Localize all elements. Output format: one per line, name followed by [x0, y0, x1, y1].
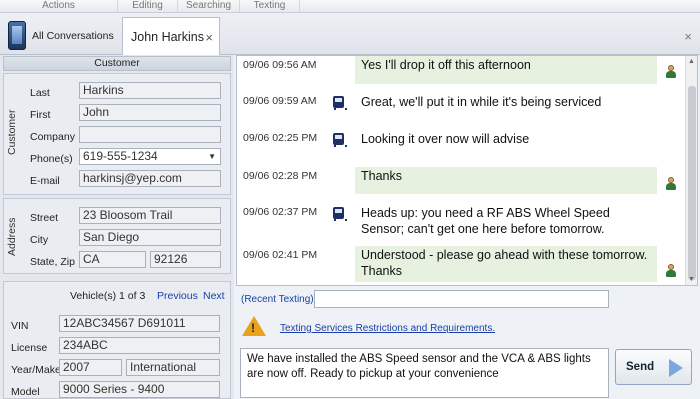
- scroll-down-icon[interactable]: ▼: [688, 276, 695, 283]
- close-tab-icon[interactable]: ×: [205, 30, 213, 45]
- message-time: 09/06 02:41 PM: [243, 249, 318, 261]
- year-field[interactable]: 2007: [59, 359, 122, 376]
- texting-restrictions-link[interactable]: Texting Services Restrictions and Requir…: [280, 323, 495, 334]
- ribbon-group-actions: Actions: [0, 0, 118, 13]
- customer-vertical-label: Customer: [6, 109, 18, 155]
- ribbon-group-searching: Searching: [178, 0, 240, 13]
- customer-person-icon: [665, 264, 677, 277]
- conversation-pane: 09/06 09:56 AM Yes I'll drop it off this…: [236, 55, 698, 286]
- send-arrow-icon: [669, 359, 683, 377]
- vin-label: VIN: [11, 320, 29, 332]
- street-label: Street: [30, 212, 59, 224]
- make-field[interactable]: International: [126, 359, 220, 376]
- tab-all-conversations[interactable]: All Conversations: [2, 17, 121, 54]
- message-time: 09/06 02:28 PM: [243, 170, 318, 182]
- city-label: City: [30, 234, 49, 246]
- first-name-field[interactable]: John: [79, 104, 221, 121]
- recent-texting-label[interactable]: (Recent Texting): [241, 294, 314, 305]
- last-label: Last: [30, 87, 50, 99]
- send-button-label: Send: [626, 361, 655, 373]
- message-time: 09/06 09:59 AM: [243, 95, 317, 107]
- email-field[interactable]: harkinsj@yep.com: [79, 170, 221, 187]
- vehicle-header: Vehicle(s) 1 of 3 Previous Next: [3, 282, 231, 308]
- tab-strip: All Conversations John Harkins × ×: [0, 13, 700, 55]
- conversation-scrollbar[interactable]: ▲ ▼: [685, 56, 697, 285]
- customer-panel: Customer Customer Last Harkins First Joh…: [0, 55, 234, 399]
- model-label: Model: [11, 386, 40, 398]
- address-vertical-label: Address: [6, 217, 18, 257]
- message-time: 09/06 02:25 PM: [243, 132, 318, 144]
- first-label: First: [30, 109, 51, 121]
- state-zip-label: State, Zip: [30, 256, 75, 268]
- address-group: Address Street 23 Bloosom Trail City San…: [3, 198, 231, 274]
- license-label: License: [11, 342, 48, 354]
- email-label: E-mail: [30, 175, 60, 187]
- vehicle-previous-link[interactable]: Previous: [157, 290, 198, 302]
- phone-label: Phone(s): [30, 153, 73, 165]
- phone-icon: [8, 21, 26, 50]
- chevron-down-icon[interactable]: ▼: [208, 149, 216, 164]
- phone-select[interactable]: 619-555-1234 ▼: [79, 148, 221, 165]
- shop-bus-icon: [333, 207, 347, 221]
- vin-field[interactable]: 12ABC34567 D691011: [59, 315, 220, 332]
- tab-all-conversations-label: All Conversations: [32, 29, 114, 42]
- model-field[interactable]: 9000 Series - 9400: [59, 381, 220, 398]
- tab-john-harkins[interactable]: John Harkins ×: [122, 17, 220, 55]
- company-label: Company: [30, 131, 75, 143]
- ribbon-group-texting: Texting: [240, 0, 300, 13]
- compose-area: (Recent Texting) Texting Services Restri…: [236, 287, 698, 399]
- license-field[interactable]: 234ABC: [59, 337, 220, 354]
- vehicle-next-link[interactable]: Next: [203, 290, 225, 302]
- message-text: Heads up: you need a RF ABS Wheel Speed …: [361, 206, 610, 236]
- message-time: 09/06 02:37 PM: [243, 206, 318, 218]
- ribbon-group-labels: Actions Editing Searching Texting: [0, 0, 700, 13]
- message-compose-textarea[interactable]: We have installed the ABS Speed sensor a…: [240, 348, 609, 398]
- phone-value: 619-555-1234: [83, 149, 158, 163]
- shop-bus-icon: [333, 96, 347, 110]
- state-field[interactable]: CA: [79, 251, 146, 268]
- customer-person-icon: [665, 177, 677, 190]
- recent-texting-input[interactable]: [314, 290, 609, 308]
- customer-section-title: Customer: [3, 56, 231, 71]
- street-field[interactable]: 23 Bloosom Trail: [79, 207, 221, 224]
- message-text: Thanks: [355, 167, 657, 194]
- close-document-icon[interactable]: ×: [684, 29, 692, 44]
- year-make-label: Year/Make: [11, 364, 61, 376]
- customer-person-icon: [665, 65, 677, 78]
- vehicle-count: Vehicle(s) 1 of 3: [70, 290, 146, 302]
- warning-icon: [242, 316, 266, 336]
- scrollbar-thumb[interactable]: [688, 86, 696, 280]
- shop-bus-icon: [333, 133, 347, 147]
- message-text: Looking it over now will advise: [361, 132, 530, 146]
- message-text: Great, we'll put it in while it's being …: [361, 95, 602, 109]
- tab-active-label: John Harkins: [131, 29, 204, 44]
- message-text: Yes I'll drop it off this afternoon: [355, 56, 657, 84]
- company-field[interactable]: [79, 126, 221, 143]
- customer-group: Customer Last Harkins First John Company…: [3, 73, 231, 195]
- message-text: Understood - please go ahead with these …: [355, 246, 657, 282]
- city-field[interactable]: San Diego: [79, 229, 221, 246]
- last-name-field[interactable]: Harkins: [79, 82, 221, 99]
- ribbon-group-editing: Editing: [118, 0, 178, 13]
- scroll-up-icon[interactable]: ▲: [688, 58, 695, 65]
- zip-field[interactable]: 92126: [150, 251, 221, 268]
- message-time: 09/06 09:56 AM: [243, 59, 317, 71]
- send-button[interactable]: Send: [615, 349, 692, 385]
